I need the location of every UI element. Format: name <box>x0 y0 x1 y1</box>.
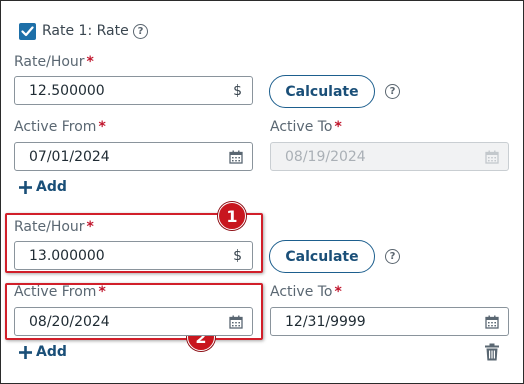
rate-hour-input[interactable]: 12.500000 $ <box>14 76 253 105</box>
rate-hour-label: Rate/Hour * <box>14 219 94 235</box>
calendar-icon <box>485 150 499 164</box>
rate-hour-input[interactable]: 13.000000 $ <box>14 241 253 270</box>
calendar-icon[interactable] <box>229 150 243 164</box>
currency-suffix: $ <box>233 82 242 99</box>
rate-hour-label: Rate/Hour * <box>14 54 94 70</box>
active-from-label: Active From * <box>14 284 106 300</box>
help-icon[interactable]: ? <box>385 249 400 264</box>
required-marker: * <box>98 119 106 135</box>
calendar-icon[interactable] <box>485 315 499 329</box>
calculate-button[interactable]: Calculate <box>269 75 375 108</box>
help-icon[interactable]: ? <box>133 24 148 39</box>
active-from-label: Active From * <box>14 119 106 135</box>
active-from-input[interactable]: 08/20/2024 <box>14 307 253 336</box>
rate-panel: Rate 1: Rate ? Rate/Hour * 12.500000 $ Ca… <box>0 0 524 384</box>
help-icon[interactable]: ? <box>385 84 400 99</box>
add-button[interactable]: Add <box>19 344 67 360</box>
active-from-input[interactable]: 07/01/2024 <box>14 142 253 171</box>
required-marker: * <box>98 284 106 300</box>
required-marker: * <box>334 284 342 300</box>
active-to-label: Active To * <box>270 119 342 135</box>
active-to-label: Active To * <box>270 284 342 300</box>
plus-icon <box>19 180 32 194</box>
active-to-input: 08/19/2024 <box>270 142 509 171</box>
rate-checkbox[interactable] <box>19 23 36 40</box>
required-marker: * <box>334 119 342 135</box>
calculate-button[interactable]: Calculate <box>269 240 375 273</box>
currency-suffix: $ <box>233 247 242 264</box>
required-marker: * <box>86 219 94 235</box>
calendar-icon[interactable] <box>229 315 243 329</box>
callout-badge-1: 1 <box>218 202 246 230</box>
checkmark-icon <box>21 26 34 37</box>
plus-icon <box>19 345 32 359</box>
active-to-input[interactable]: 12/31/9999 <box>270 307 509 336</box>
required-marker: * <box>86 54 94 70</box>
rate-title: Rate 1: Rate <box>42 23 129 39</box>
add-button[interactable]: Add <box>19 179 67 195</box>
trash-icon[interactable] <box>484 343 500 361</box>
